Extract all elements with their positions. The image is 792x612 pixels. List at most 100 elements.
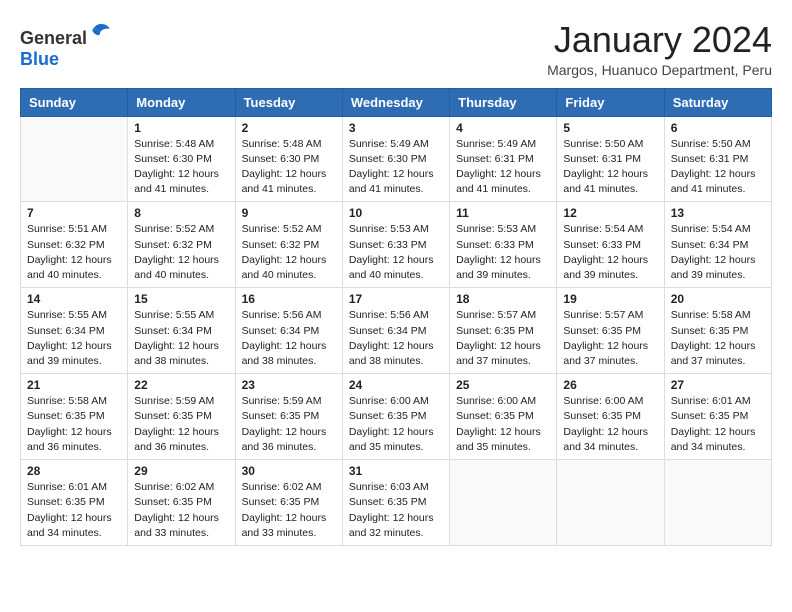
day-info: Sunrise: 5:48 AMSunset: 6:30 PMDaylight:… [134,137,228,198]
calendar-cell: 23Sunrise: 5:59 AMSunset: 6:35 PMDayligh… [235,374,342,460]
day-info: Sunrise: 5:58 AMSunset: 6:35 PMDaylight:… [671,308,765,369]
calendar-cell: 22Sunrise: 5:59 AMSunset: 6:35 PMDayligh… [128,374,235,460]
day-number: 23 [242,378,336,392]
weekday-header-thursday: Thursday [450,88,557,116]
day-info: Sunrise: 5:50 AMSunset: 6:31 PMDaylight:… [563,137,657,198]
calendar-cell: 29 Sunrise: 6:02 AMSunset: 6:35 PMDayligh… [128,460,235,546]
day-info: Sunrise: 5:54 AMSunset: 6:34 PMDaylight:… [671,222,765,283]
calendar-week-3: 14 Sunrise: 5:55 AMSunset: 6:34 PMDayligh… [21,288,772,374]
calendar-cell [664,460,771,546]
calendar-cell: 31Sunrise: 6:03 AMSunset: 6:35 PMDayligh… [342,460,449,546]
calendar-cell: 21 Sunrise: 5:58 AMSunset: 6:35 PMDayligh… [21,374,128,460]
month-title: January 2024 [547,20,772,60]
calendar-cell: 24Sunrise: 6:00 AMSunset: 6:35 PMDayligh… [342,374,449,460]
day-number: 15 [134,292,228,306]
day-number: 8 [134,206,228,220]
weekday-header-monday: Monday [128,88,235,116]
day-number: 5 [563,121,657,135]
location-subtitle: Margos, Huanuco Department, Peru [547,62,772,78]
calendar-cell: 27Sunrise: 6:01 AMSunset: 6:35 PMDayligh… [664,374,771,460]
weekday-header-tuesday: Tuesday [235,88,342,116]
weekday-header-saturday: Saturday [664,88,771,116]
day-number: 18 [456,292,550,306]
day-info: Sunrise: 5:54 AMSunset: 6:33 PMDaylight:… [563,222,657,283]
day-info: Sunrise: 5:55 AMSunset: 6:34 PMDaylight:… [27,308,121,369]
day-number: 2 [242,121,336,135]
day-info: Sunrise: 5:49 AMSunset: 6:31 PMDaylight:… [456,137,550,198]
calendar-cell: 14 Sunrise: 5:55 AMSunset: 6:34 PMDayligh… [21,288,128,374]
day-number: 16 [242,292,336,306]
day-info: Sunrise: 5:58 AMSunset: 6:35 PMDaylight:… [27,394,121,455]
day-number: 31 [349,464,443,478]
calendar-cell: 1Sunrise: 5:48 AMSunset: 6:30 PMDaylight… [128,116,235,202]
weekday-header-sunday: Sunday [21,88,128,116]
day-info: Sunrise: 5:53 AMSunset: 6:33 PMDaylight:… [349,222,443,283]
day-number: 10 [349,206,443,220]
day-number: 26 [563,378,657,392]
day-number: 7 [27,206,121,220]
calendar-cell [450,460,557,546]
day-number: 11 [456,206,550,220]
calendar-cell: 13 Sunrise: 5:54 AMSunset: 6:34 PMDayligh… [664,202,771,288]
calendar-cell: 30 Sunrise: 6:02 AMSunset: 6:35 PMDayligh… [235,460,342,546]
calendar-cell: 18 Sunrise: 5:57 AMSunset: 6:35 PMDayligh… [450,288,557,374]
day-info: Sunrise: 6:00 AMSunset: 6:35 PMDaylight:… [563,394,657,455]
day-info: Sunrise: 5:56 AMSunset: 6:34 PMDaylight:… [242,308,336,369]
calendar-week-1: 1Sunrise: 5:48 AMSunset: 6:30 PMDaylight… [21,116,772,202]
day-number: 29 [134,464,228,478]
day-info: Sunrise: 5:52 AMSunset: 6:32 PMDaylight:… [134,222,228,283]
calendar-week-2: 7 Sunrise: 5:51 AMSunset: 6:32 PMDaylight… [21,202,772,288]
calendar-cell: 25 Sunrise: 6:00 AMSunset: 6:35 PMDayligh… [450,374,557,460]
day-info: Sunrise: 5:48 AMSunset: 6:30 PMDaylight:… [242,137,336,198]
calendar-cell: 26 Sunrise: 6:00 AMSunset: 6:35 PMDayligh… [557,374,664,460]
day-number: 6 [671,121,765,135]
calendar-cell [21,116,128,202]
day-number: 4 [456,121,550,135]
day-info: Sunrise: 5:57 AMSunset: 6:35 PMDaylight:… [563,308,657,369]
day-info: Sunrise: 5:51 AMSunset: 6:32 PMDaylight:… [27,222,121,283]
logo: General Blue [20,20,113,70]
logo-bird-icon [89,20,113,44]
calendar-cell: 3 Sunrise: 5:49 AMSunset: 6:30 PMDaylight… [342,116,449,202]
day-info: Sunrise: 6:00 AMSunset: 6:35 PMDaylight:… [349,394,443,455]
calendar-cell: 9Sunrise: 5:52 AMSunset: 6:32 PMDaylight… [235,202,342,288]
day-info: Sunrise: 5:53 AMSunset: 6:33 PMDaylight:… [456,222,550,283]
day-number: 30 [242,464,336,478]
logo-general: General [20,28,87,48]
calendar-table: SundayMondayTuesdayWednesdayThursdayFrid… [20,88,772,546]
weekday-header-wednesday: Wednesday [342,88,449,116]
day-info: Sunrise: 5:57 AMSunset: 6:35 PMDaylight:… [456,308,550,369]
weekday-header-friday: Friday [557,88,664,116]
logo-blue: Blue [20,49,59,69]
day-number: 28 [27,464,121,478]
calendar-cell: 28 Sunrise: 6:01 AMSunset: 6:35 PMDayligh… [21,460,128,546]
calendar-cell: 17Sunrise: 5:56 AMSunset: 6:34 PMDayligh… [342,288,449,374]
day-info: Sunrise: 6:00 AMSunset: 6:35 PMDaylight:… [456,394,550,455]
calendar-cell: 19 Sunrise: 5:57 AMSunset: 6:35 PMDayligh… [557,288,664,374]
day-info: Sunrise: 5:50 AMSunset: 6:31 PMDaylight:… [671,137,765,198]
day-info: Sunrise: 5:49 AMSunset: 6:30 PMDaylight:… [349,137,443,198]
calendar-cell: 11 Sunrise: 5:53 AMSunset: 6:33 PMDayligh… [450,202,557,288]
day-number: 25 [456,378,550,392]
calendar-week-4: 21 Sunrise: 5:58 AMSunset: 6:35 PMDayligh… [21,374,772,460]
day-info: Sunrise: 5:59 AMSunset: 6:35 PMDaylight:… [134,394,228,455]
day-info: Sunrise: 6:02 AMSunset: 6:35 PMDaylight:… [242,480,336,541]
calendar-week-5: 28 Sunrise: 6:01 AMSunset: 6:35 PMDayligh… [21,460,772,546]
calendar-cell: 15 Sunrise: 5:55 AMSunset: 6:34 PMDayligh… [128,288,235,374]
day-number: 13 [671,206,765,220]
calendar-cell: 16 Sunrise: 5:56 AMSunset: 6:34 PMDayligh… [235,288,342,374]
day-info: Sunrise: 6:02 AMSunset: 6:35 PMDaylight:… [134,480,228,541]
calendar-cell: 12Sunrise: 5:54 AMSunset: 6:33 PMDayligh… [557,202,664,288]
day-number: 14 [27,292,121,306]
day-number: 19 [563,292,657,306]
day-info: Sunrise: 5:55 AMSunset: 6:34 PMDaylight:… [134,308,228,369]
day-number: 21 [27,378,121,392]
logo-text: General Blue [20,20,113,70]
calendar-cell: 8 Sunrise: 5:52 AMSunset: 6:32 PMDaylight… [128,202,235,288]
calendar-cell: 10 Sunrise: 5:53 AMSunset: 6:33 PMDayligh… [342,202,449,288]
day-number: 9 [242,206,336,220]
day-number: 3 [349,121,443,135]
day-info: Sunrise: 6:01 AMSunset: 6:35 PMDaylight:… [27,480,121,541]
calendar-cell: 4 Sunrise: 5:49 AMSunset: 6:31 PMDaylight… [450,116,557,202]
calendar-cell: 20Sunrise: 5:58 AMSunset: 6:35 PMDayligh… [664,288,771,374]
